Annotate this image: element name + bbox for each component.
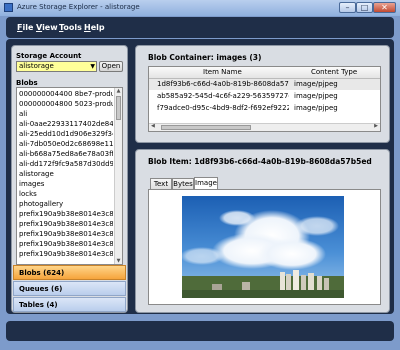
list-item[interactable]: locks [19, 189, 113, 199]
cell-content-type: image/pjpeg [294, 80, 338, 88]
tab-image[interactable]: Image [194, 177, 218, 189]
container-title: Blob Container: images (3) [148, 53, 262, 62]
list-item[interactable]: images [19, 179, 113, 189]
list-item[interactable]: ali-b668a75ed8a6e78a03ff9f [19, 149, 113, 159]
menu-tools[interactable]: Tools [59, 23, 82, 32]
table-row[interactable]: 1d8f93b6-c66d-4a0b-819b-8608da57b5 image… [149, 79, 380, 90]
tab-text[interactable]: Text [150, 178, 172, 189]
blob-table[interactable]: Item Name Content Type 1d8f93b6-c66d-4a0… [148, 66, 381, 132]
list-item[interactable]: 000000004800 5023-producti [19, 99, 113, 109]
title-bar: Azure Storage Explorer - alistorage – □ … [0, 0, 400, 16]
list-item[interactable]: prefix190a9b38e8014e3c828 [19, 229, 113, 239]
blob-list[interactable]: 000000004400 8be7-producti 000000004800 … [16, 87, 123, 265]
app-icon [4, 3, 13, 12]
list-item[interactable]: ali-dd172f9fc9a587d30dd9a9 [19, 159, 113, 169]
cell-content-type: image/pjpeg [294, 104, 338, 112]
cell-item-name: 1d8f93b6-c66d-4a0b-819b-8608da57b5 [157, 80, 289, 88]
blob-image-preview [182, 196, 344, 298]
scrollbar-thumb[interactable] [116, 96, 121, 120]
list-item[interactable]: prefix190a9b38e8014e3c828 [19, 239, 113, 249]
table-row[interactable]: f79adce0-d95c-4bd9-8df2-f692ef92225: ima… [149, 103, 380, 114]
table-header: Item Name Content Type [149, 67, 380, 79]
blob-list-scrollbar[interactable]: ▲ ▼ [114, 88, 122, 264]
cell-content-type: image/pjpeg [294, 92, 338, 100]
column-header-item-name[interactable]: Item Name [203, 67, 242, 78]
close-button[interactable]: ✕ [373, 2, 396, 13]
list-item[interactable]: prefix190a9b38e8014e3c828 [19, 219, 113, 229]
scroll-right-icon[interactable]: ▶ [374, 123, 378, 129]
storage-account-select[interactable]: alistorage ▼ [16, 61, 97, 72]
storage-account-value: alistorage [19, 62, 54, 70]
list-item[interactable]: prefix190a9b38e8014e3c828 [19, 209, 113, 219]
maximize-button[interactable]: □ [356, 2, 373, 13]
list-item[interactable]: 000000004400 8be7-producti [19, 89, 113, 99]
list-item[interactable]: ali-25edd10d1d906e329f34 [19, 129, 113, 139]
list-item[interactable]: prefix190a9b38e8014e3c828 [19, 249, 113, 259]
scroll-left-icon[interactable]: ◀ [151, 123, 155, 129]
tab-bytes[interactable]: Bytes [172, 178, 194, 189]
status-bar [6, 321, 394, 341]
blob-item-title: Blob Item: 1d8f93b6-c66d-4a0b-819b-8608d… [148, 157, 372, 166]
list-item[interactable]: photogallery [19, 199, 113, 209]
window-title: Azure Storage Explorer - alistorage [17, 3, 140, 11]
list-item[interactable]: ali-7db050e0d2c68698e115t [19, 139, 113, 149]
menu-bar: File View Tools Help [6, 17, 394, 38]
section-tables[interactable]: Tables (4) [13, 297, 126, 312]
column-header-content-type[interactable]: Content Type [311, 67, 357, 78]
section-queues[interactable]: Queues (6) [13, 281, 126, 296]
scrollbar-thumb[interactable] [161, 125, 251, 130]
menu-file[interactable]: File [17, 23, 33, 32]
list-item[interactable]: alistorage [19, 169, 113, 179]
minimize-button[interactable]: – [339, 2, 356, 13]
blobs-label: Blobs [16, 79, 38, 87]
city-sky-photo [182, 196, 344, 298]
section-blobs[interactable]: Blobs (624) [13, 265, 126, 280]
table-row[interactable]: ab585a92-545d-4c6f-a229-56359727c8: imag… [149, 91, 380, 102]
cell-item-name: f79adce0-d95c-4bd9-8df2-f692ef92225: [157, 104, 289, 112]
menu-help[interactable]: Help [84, 23, 105, 32]
chevron-down-icon[interactable]: ▼ [90, 62, 95, 71]
open-button[interactable]: Open [99, 61, 123, 72]
storage-account-label: Storage Account [16, 52, 82, 60]
scroll-down-icon[interactable]: ▼ [115, 258, 122, 264]
list-item[interactable]: ali-0aae22933117402de8440 [19, 119, 113, 129]
table-horizontal-scrollbar[interactable]: ◀ ▶ [149, 123, 380, 131]
list-item[interactable]: ali [19, 109, 113, 119]
app-window: Azure Storage Explorer - alistorage – □ … [0, 0, 400, 350]
scroll-up-icon[interactable]: ▲ [115, 88, 122, 94]
cell-item-name: ab585a92-545d-4c6f-a229-56359727c8: [157, 92, 289, 100]
menu-view[interactable]: View [36, 23, 58, 32]
